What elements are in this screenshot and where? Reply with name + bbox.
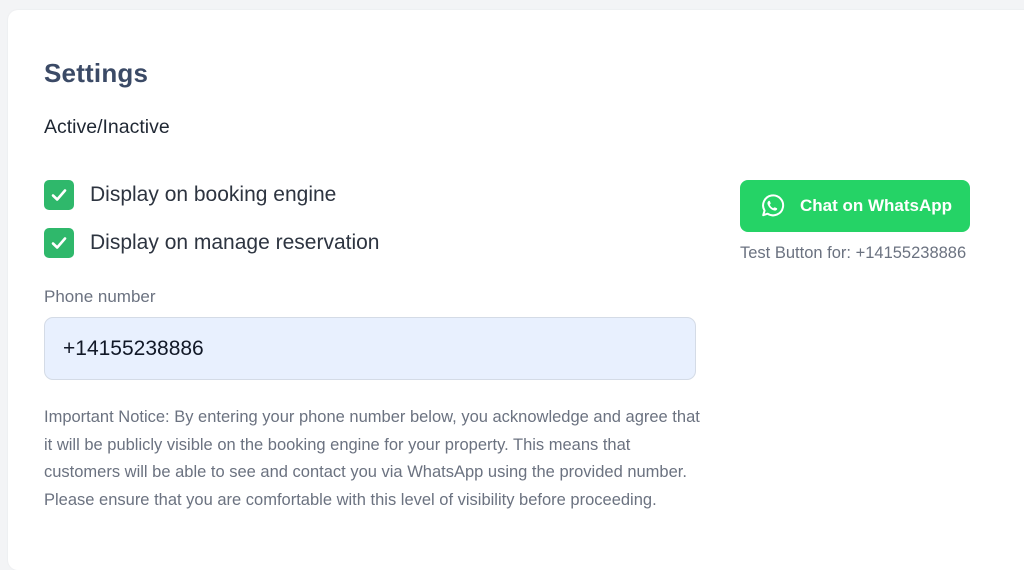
page-title: Settings: [44, 58, 149, 88]
phone-number-input[interactable]: [44, 317, 696, 380]
checkmark-icon: [51, 189, 67, 201]
test-caption-prefix: Test Button for:: [740, 244, 851, 262]
booking-engine-option[interactable]: Display on booking engine: [44, 180, 336, 210]
active-inactive-label: Active/Inactive: [44, 116, 170, 138]
booking-engine-label: Display on booking engine: [90, 183, 337, 206]
phone-number-label: Phone number: [44, 287, 156, 306]
whatsapp-icon: [762, 194, 785, 217]
chat-on-whatsapp-button[interactable]: Chat on WhatsApp: [740, 180, 970, 232]
manage-reservation-label: Display on manage reservation: [90, 231, 380, 254]
whatsapp-button-label: Chat on WhatsApp: [800, 196, 953, 215]
important-notice: Important Notice: By entering your phone…: [44, 408, 700, 509]
booking-engine-checkbox[interactable]: [44, 180, 74, 210]
settings-card: Settings Active/Inactive Display on book…: [8, 10, 1024, 570]
checkmark-icon: [51, 237, 67, 249]
manage-reservation-checkbox[interactable]: [44, 228, 74, 258]
test-caption-number: +14155238886: [855, 244, 967, 262]
manage-reservation-option[interactable]: Display on manage reservation: [44, 228, 380, 258]
test-button-caption: Test Button for: +14155238886: [740, 244, 966, 263]
